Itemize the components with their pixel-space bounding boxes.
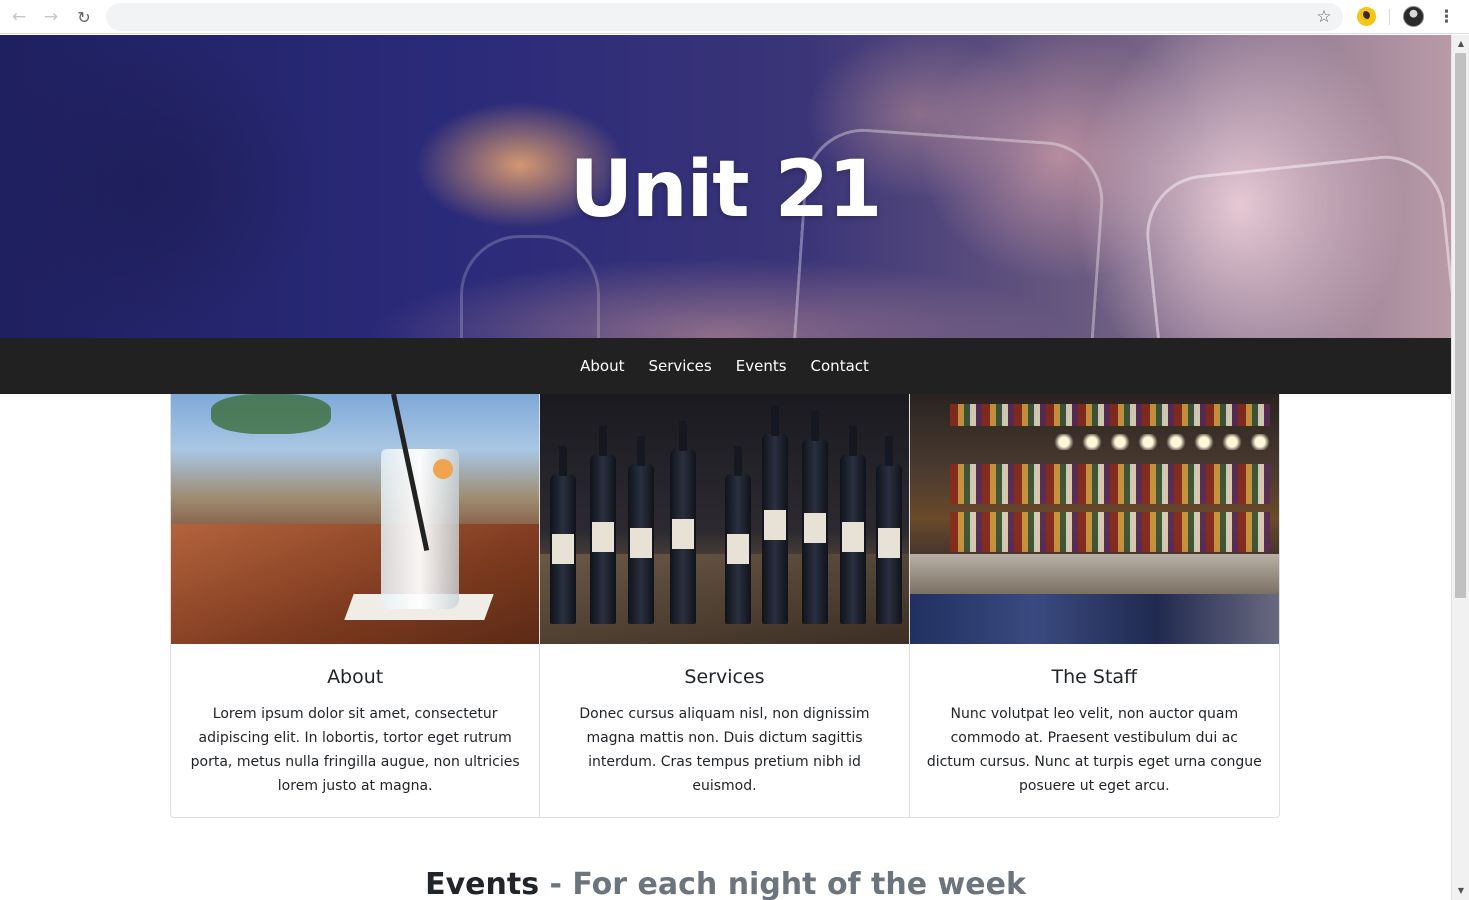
moon-extension-icon[interactable] bbox=[1357, 7, 1376, 26]
hero-banner: Unit 21 bbox=[0, 35, 1451, 338]
address-bar[interactable]: ☆ bbox=[106, 3, 1343, 31]
scroll-down-arrow-icon[interactable]: ▼ bbox=[1456, 886, 1466, 896]
card-title: The Staff bbox=[1051, 666, 1138, 688]
events-heading-subtitle: For each night of the week bbox=[572, 867, 1026, 900]
page-scrollbar[interactable]: ▲ ▼ bbox=[1451, 35, 1469, 900]
hero-glass-decoration bbox=[460, 235, 600, 338]
site-title: Unit 21 bbox=[569, 145, 883, 235]
forward-arrow-icon[interactable]: → bbox=[40, 6, 62, 28]
card-image-bar bbox=[909, 394, 1279, 644]
card-about: About Lorem ipsum dolor sit amet, consec… bbox=[171, 394, 541, 817]
toolbar-divider bbox=[1389, 9, 1390, 25]
events-heading-separator: - bbox=[539, 867, 573, 900]
nav-link-contact[interactable]: Contact bbox=[811, 357, 869, 375]
nav-link-events[interactable]: Events bbox=[736, 357, 787, 375]
kebab-menu-icon[interactable]: ⋮ bbox=[1438, 6, 1455, 28]
events-heading-title: Events bbox=[425, 867, 540, 900]
address-input[interactable] bbox=[122, 3, 1302, 31]
main-navbar: About Services Events Contact bbox=[0, 338, 1451, 394]
card-text: Donec cursus aliquam nisl, non dignissim… bbox=[579, 706, 870, 794]
card-title: About bbox=[327, 666, 384, 688]
card-deck: About Lorem ipsum dolor sit amet, consec… bbox=[170, 394, 1280, 818]
scroll-up-arrow-icon[interactable]: ▲ bbox=[1456, 39, 1466, 49]
card-image-drink bbox=[171, 394, 540, 644]
nav-link-about[interactable]: About bbox=[580, 357, 624, 375]
scrollbar-thumb[interactable] bbox=[1455, 53, 1466, 598]
nav-link-services[interactable]: Services bbox=[648, 357, 711, 375]
profile-avatar[interactable] bbox=[1403, 6, 1424, 27]
card-staff: The Staff Nunc volutpat leo velit, non a… bbox=[909, 394, 1279, 817]
browser-toolbar: ← → ↻ ☆ ⋮ bbox=[0, 0, 1469, 34]
reload-icon[interactable]: ↻ bbox=[73, 6, 95, 28]
events-heading: Events - For each night of the week bbox=[0, 867, 1451, 900]
card-services: Services Donec cursus aliquam nisl, non … bbox=[540, 394, 910, 817]
card-title: Services bbox=[684, 666, 765, 688]
card-text: Lorem ipsum dolor sit amet, consectetur … bbox=[190, 706, 520, 794]
back-arrow-icon[interactable]: ← bbox=[8, 6, 30, 28]
page-viewport: Unit 21 About Services Events Contact Ab… bbox=[0, 35, 1451, 900]
star-icon[interactable]: ☆ bbox=[1314, 7, 1334, 27]
card-image-wine-bottles bbox=[540, 394, 909, 644]
card-text: Nunc volutpat leo velit, non auctor quam… bbox=[926, 706, 1262, 794]
